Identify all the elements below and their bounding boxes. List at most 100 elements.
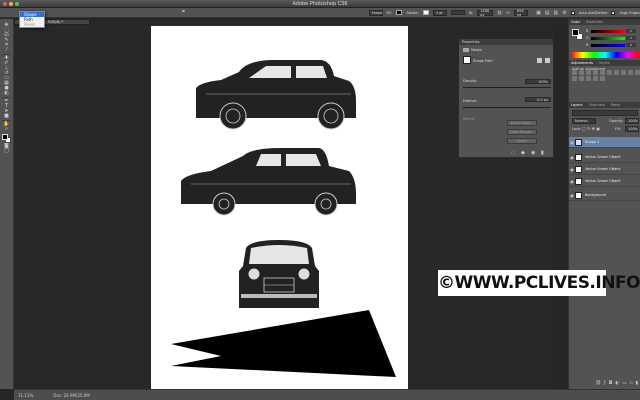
channel-mixer-icon[interactable]: [635, 70, 640, 75]
tab-styles[interactable]: Styles: [599, 60, 610, 66]
properties-panel: Properties Masks Shape Path Density: 100…: [458, 38, 554, 158]
shape-1-polygon[interactable]: [171, 310, 396, 377]
blend-mode-select[interactable]: Normal: [572, 118, 596, 124]
color-b-field[interactable]: 0: [626, 43, 636, 47]
eyedropper-tool-icon[interactable]: ⁄: [3, 48, 11, 53]
stroke-width-field[interactable]: 3 pt: [432, 9, 447, 16]
car-side-view-2[interactable]: [181, 148, 356, 216]
new-group-icon[interactable]: ▭: [622, 381, 626, 386]
document-size[interactable]: Doc: 24.9M/25.0M: [53, 393, 89, 398]
color-r-field[interactable]: 0: [626, 29, 636, 33]
color-g-slider[interactable]: [591, 36, 625, 40]
link-layers-icon[interactable]: ⛓: [595, 381, 601, 386]
color-b-slider[interactable]: [591, 43, 625, 47]
foreground-color-swatch[interactable]: [2, 134, 8, 140]
delete-layer-icon[interactable]: ▮: [636, 381, 638, 386]
layer-row[interactable]: ● Shape 1: [569, 137, 640, 148]
zoom-level[interactable]: 11.11%: [18, 393, 33, 398]
posterize-icon[interactable]: [579, 76, 584, 81]
curves-icon[interactable]: [586, 70, 591, 75]
layer-row[interactable]: ● Vector Smart Object: [569, 176, 640, 187]
dodge-tool-icon[interactable]: ◐: [3, 91, 11, 96]
auto-add-delete-checkbox[interactable]: [570, 10, 575, 15]
exposure-icon[interactable]: [593, 70, 598, 75]
photo-filter-icon[interactable]: [628, 70, 633, 75]
color-balance-icon[interactable]: [614, 70, 619, 75]
feather-field[interactable]: 0.0 px: [525, 97, 551, 102]
invert-button[interactable]: Invert: [507, 138, 537, 144]
selective-color-icon[interactable]: [600, 76, 605, 81]
tool-mode-select[interactable]: Shape: [368, 9, 383, 16]
color-row-b: B 0: [586, 43, 636, 47]
threshold-icon[interactable]: [586, 76, 591, 81]
stroke-swatch[interactable]: [422, 10, 429, 15]
color-range-button[interactable]: Color Range...: [507, 129, 537, 135]
masks-section-label: Masks: [471, 48, 482, 52]
stroke-type-select[interactable]: [450, 10, 465, 15]
color-r-slider[interactable]: [591, 29, 625, 33]
brightness-icon[interactable]: [572, 70, 577, 75]
tab-swatches[interactable]: Swatches: [586, 19, 603, 25]
path-operations-icon[interactable]: ▣: [536, 10, 541, 16]
tab-channels[interactable]: Channels: [589, 102, 605, 108]
invert-adjust-icon[interactable]: [572, 76, 577, 81]
feather-slider[interactable]: [463, 107, 551, 108]
car-front-view[interactable]: [239, 240, 319, 308]
mode-option-pixels[interactable]: Pixels: [20, 22, 44, 27]
height-field[interactable]: 656 px: [514, 9, 529, 17]
color-foreground-swatch[interactable]: [572, 29, 579, 36]
properties-panel-title[interactable]: Properties: [459, 39, 553, 45]
gear-icon[interactable]: ⚙: [562, 10, 566, 16]
black-white-icon[interactable]: [621, 70, 626, 75]
new-layer-icon[interactable]: ▫: [629, 381, 632, 386]
add-vector-mask-icon[interactable]: [545, 58, 550, 63]
gradient-map-icon[interactable]: [593, 76, 598, 81]
shape-tool-icon[interactable]: ■: [3, 114, 11, 119]
layers-footer: ⛓ ƒ ◘ ◐ ▭ ▫ ▮: [569, 378, 640, 388]
layer-filter-select[interactable]: [572, 110, 638, 116]
fx-icon[interactable]: ƒ: [604, 381, 606, 386]
visibility-icon[interactable]: ◉: [531, 150, 535, 156]
lock-icon[interactable]: ▢ ✎ ✥ ▣: [582, 126, 600, 131]
align-edges-checkbox[interactable]: [611, 10, 616, 15]
levels-icon[interactable]: [579, 70, 584, 75]
fill-label: Fill:: [615, 127, 621, 131]
tool-mode-dropdown[interactable]: Shape Path Pixels: [19, 11, 45, 28]
color-g-field[interactable]: 0: [626, 36, 636, 40]
color-swatches[interactable]: [0, 132, 13, 144]
load-selection-icon[interactable]: ◌: [511, 150, 515, 156]
vibrance-icon[interactable]: [600, 70, 605, 75]
opacity-field[interactable]: 100%: [625, 118, 639, 124]
car-side-view-1[interactable]: [196, 60, 356, 130]
add-mask-icon[interactable]: ◘: [609, 381, 613, 386]
layer-row[interactable]: ● Vector Smart Object: [569, 164, 640, 175]
density-field[interactable]: 100%: [525, 79, 551, 84]
path-arrangement-icon[interactable]: ▥: [554, 10, 559, 16]
tab-paths[interactable]: Paths: [611, 102, 621, 108]
trash-icon[interactable]: ▮: [541, 150, 544, 156]
stroke-label: Stroke:: [406, 10, 419, 15]
pen-tool-preset-icon[interactable]: ✒: [181, 10, 187, 15]
color-spectrum-ramp[interactable]: [571, 52, 639, 58]
fill-field[interactable]: 100%: [625, 126, 639, 132]
mask-edge-button[interactable]: Mask Edge...: [507, 120, 537, 126]
document-canvas[interactable]: [151, 26, 408, 393]
apply-mask-icon[interactable]: ◆: [521, 150, 525, 156]
tab-layers[interactable]: Layers: [571, 102, 583, 108]
masks-icon: [463, 48, 469, 52]
width-field[interactable]: 1468 px: [477, 9, 494, 17]
photoshop-window: Adobe Photoshop CS6 ✒ Shape Fill: Stroke…: [0, 0, 640, 400]
tab-color[interactable]: Color: [571, 19, 580, 25]
link-icon[interactable]: ⛓: [497, 10, 502, 15]
layer-row[interactable]: ● Background: [569, 190, 640, 201]
new-adjustment-icon[interactable]: ◐: [615, 381, 619, 386]
fill-swatch[interactable]: [396, 10, 403, 15]
density-slider[interactable]: [463, 87, 551, 88]
layer-row[interactable]: ● Vector Smart Object: [569, 152, 640, 163]
screen-mode-icon[interactable]: ▢: [3, 149, 11, 154]
color-r-label: R: [586, 29, 589, 33]
add-pixel-mask-icon[interactable]: [537, 58, 542, 63]
hue-saturation-icon[interactable]: [607, 70, 612, 75]
path-alignment-icon[interactable]: ▤: [545, 10, 550, 16]
tab-adjustments[interactable]: Adjustments: [571, 60, 593, 66]
